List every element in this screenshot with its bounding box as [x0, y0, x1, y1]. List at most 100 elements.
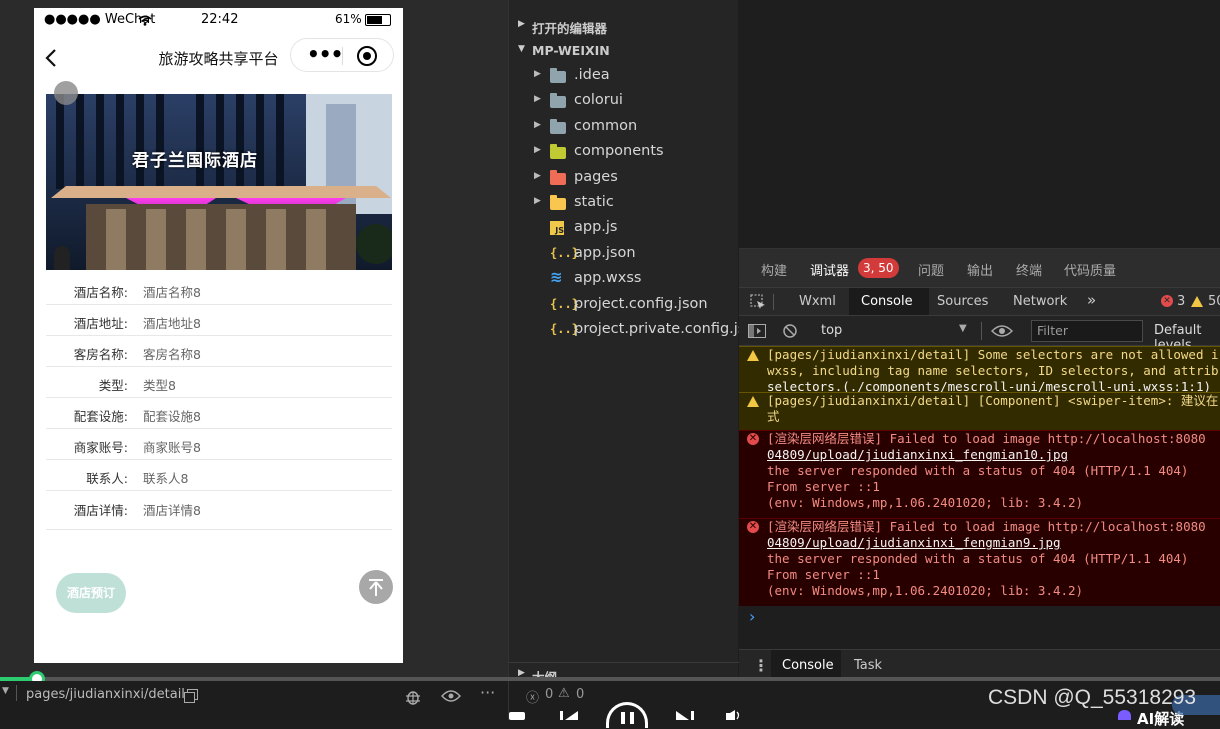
file-tree-item[interactable]: ≋ app.wxss	[509, 267, 739, 292]
context-select[interactable]: top	[821, 323, 842, 338]
toolbar-divider	[981, 322, 982, 340]
file-tree-item[interactable]: ▶ colorui	[509, 89, 739, 114]
more-tabs-button[interactable]: »	[1087, 291, 1096, 309]
hotel-sign-text: 君子兰国际酒店	[132, 151, 258, 171]
tab-sources[interactable]: Sources	[937, 294, 988, 309]
detail-value: 酒店详情8	[143, 503, 201, 518]
detail-row: 类型: 类型8	[46, 367, 392, 398]
skip-back-icon[interactable]	[560, 711, 578, 720]
detail-row: 酒店名称: 酒店名称8	[46, 274, 392, 305]
chevron-right-icon: ▶	[534, 119, 541, 130]
ai-logo-icon	[1118, 710, 1131, 720]
close-miniprogram-icon[interactable]	[357, 46, 377, 66]
capsule-menu[interactable]: •••	[290, 38, 394, 72]
more-dots-icon[interactable]: •••	[307, 44, 343, 64]
file-tree-label: app.wxss	[574, 270, 642, 287]
back-to-top-button[interactable]	[359, 570, 393, 604]
console-error-message[interactable]: ✕ [渲染层网络层错误] Failed to load image http://…	[739, 518, 1220, 606]
console-line: selectors.(./components/mescroll-uni/mes…	[767, 379, 1212, 392]
folder-icon	[550, 169, 566, 185]
tab-build[interactable]: 构建	[761, 260, 787, 279]
tab-terminal[interactable]: 终端	[1016, 260, 1042, 279]
phone-screen: ●●●●● WeChat 22:42 61% 旅游攻略共享平台 ••• 君子兰国…	[34, 8, 403, 663]
file-tree-item[interactable]: {..} project.config.json	[509, 293, 739, 318]
tab-code-quality[interactable]: 代码质量	[1064, 260, 1116, 279]
devtools-top-tabs: 构建 调试器 3, 50 问题 输出 终端 代码质量	[739, 249, 1220, 287]
chevron-down-icon[interactable]: ▼	[959, 323, 967, 334]
pause-button[interactable]	[606, 702, 648, 728]
console-warning-message[interactable]: [pages/jiudianxinxi/detail] [Component] …	[739, 392, 1220, 430]
eye-icon[interactable]	[991, 325, 1013, 337]
hotel-cover-image[interactable]: 君子兰国际酒店	[46, 94, 392, 270]
chevron-right-icon: ▶	[534, 196, 541, 206]
console-line: the server responded with a status of 40…	[767, 551, 1189, 566]
console-error-message[interactable]: ✕ [渲染层网络层错误] Failed to load image http://…	[739, 430, 1220, 518]
file-tree-label: app.json	[574, 244, 636, 261]
drawer-tab-task[interactable]: Task	[854, 658, 882, 673]
page-path[interactable]: pages/jiudianxinxi/detail	[26, 687, 185, 702]
file-tree-item[interactable]: {..} project.private.config.js...	[509, 318, 759, 343]
detail-row: 酒店地址: 酒店地址8	[46, 305, 392, 336]
file-tree-item[interactable]: ▶ components	[509, 140, 739, 165]
sidebar-toggle-icon[interactable]	[748, 324, 766, 338]
detail-label: 联系人:	[86, 471, 128, 486]
skip-forward-icon[interactable]	[676, 711, 694, 720]
file-tree-item[interactable]: ▶ static	[509, 191, 739, 216]
file-tree-item[interactable]: ▶ .idea	[509, 64, 739, 89]
tab-output[interactable]: 输出	[967, 260, 993, 279]
project-section[interactable]: ▼ MP-WEIXIN	[509, 39, 739, 63]
file-tree-item[interactable]: JS app.js	[509, 216, 739, 241]
preview-eye-icon[interactable]	[441, 690, 461, 702]
console-line: From server ::1	[767, 567, 880, 582]
book-hotel-button[interactable]: 酒店预订	[56, 573, 126, 613]
error-count[interactable]: 3	[1177, 294, 1185, 309]
json-icon: {..}	[550, 296, 579, 311]
chevron-down-icon: ▼	[518, 44, 525, 54]
json-icon: {..}	[550, 245, 579, 260]
battery-icon	[365, 14, 391, 26]
detail-row: 客房名称: 客房名称8	[46, 336, 392, 367]
image-indicator-dot	[54, 81, 78, 105]
copy-icon[interactable]	[184, 689, 198, 703]
debug-bug-icon[interactable]	[404, 688, 422, 706]
stop-icon[interactable]	[509, 712, 525, 720]
console-filter-bar: top ▼ Filter Default levels	[739, 315, 1220, 353]
warning-count[interactable]: 50	[1208, 294, 1220, 309]
detail-label: 客房名称:	[73, 347, 128, 362]
tab-debugger[interactable]: 调试器	[810, 260, 849, 279]
tab-network[interactable]: Network	[1013, 294, 1067, 309]
tab-console[interactable]: Console	[861, 294, 913, 309]
filter-input[interactable]: Filter	[1031, 320, 1143, 342]
tab-issues[interactable]: 问题	[918, 260, 944, 279]
console-line: [pages/jiudianxinxi/detail] [Component] …	[767, 393, 1219, 408]
console-line: wxss, including tag name selectors, ID s…	[767, 363, 1219, 378]
file-tree-label: components	[574, 143, 664, 160]
folder-icon	[550, 93, 566, 109]
file-tree-item[interactable]: {..} app.json	[509, 242, 739, 267]
chevron-down-icon[interactable]: ▼	[2, 686, 9, 696]
console-warning-message[interactable]: [pages/jiudianxinxi/detail] Some selecto…	[739, 346, 1220, 392]
tab-wxml[interactable]: Wxml	[799, 294, 836, 309]
warning-icon	[747, 349, 759, 361]
warning-status-count[interactable]: 0	[576, 687, 584, 702]
open-editors-section[interactable]: ▶ 打开的编辑器	[509, 14, 739, 38]
error-status-count[interactable]: 0	[545, 687, 553, 702]
more-options-icon[interactable]: ···	[480, 683, 495, 702]
toolbar-divider	[773, 294, 774, 310]
drawer-menu-icon[interactable]: ⋮	[753, 656, 769, 675]
folder-icon	[550, 195, 566, 210]
chevron-right-icon: ▶	[534, 170, 541, 181]
drawer-tab-console[interactable]: Console	[782, 658, 834, 673]
file-tree-item[interactable]: ▶ common	[509, 115, 739, 140]
file-tree-label: pages	[574, 168, 618, 185]
detail-value: 商家账号8	[143, 440, 201, 455]
detail-label: 类型:	[98, 378, 128, 393]
clear-console-icon[interactable]	[782, 323, 798, 339]
volume-icon[interactable]	[726, 710, 742, 720]
file-tree-label: common	[574, 117, 638, 134]
console-prompt[interactable]: ›	[749, 607, 755, 626]
inspect-element-icon[interactable]	[750, 294, 766, 310]
file-tree-item[interactable]: ▶ pages	[509, 166, 739, 191]
file-tree-label: project.private.config.js...	[574, 321, 760, 337]
capsule-divider	[342, 47, 343, 65]
